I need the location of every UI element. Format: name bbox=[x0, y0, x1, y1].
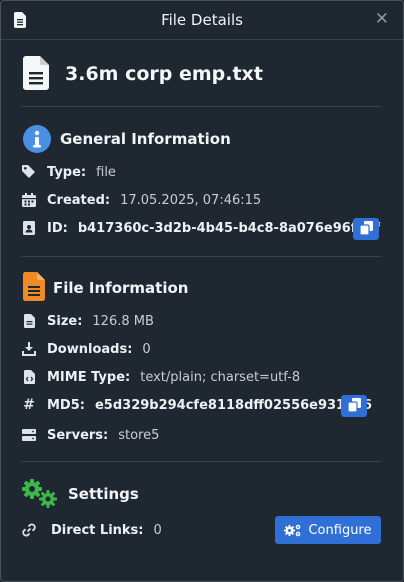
servers-label: Servers: bbox=[47, 427, 109, 443]
file-code-icon bbox=[21, 369, 37, 385]
file-size-icon bbox=[21, 313, 37, 329]
file-name: 3.6m corp emp.txt bbox=[65, 63, 263, 85]
mime-value: text/plain; charset=utf-8 bbox=[140, 369, 301, 385]
type-label: Type: bbox=[47, 164, 87, 180]
md5-label: MD5: bbox=[47, 397, 85, 413]
id-label: ID: bbox=[47, 220, 68, 236]
id-badge-icon bbox=[21, 220, 37, 236]
downloads-label: Downloads: bbox=[47, 341, 133, 357]
title-bar: File Details ✕ bbox=[1, 1, 403, 40]
divider bbox=[21, 106, 381, 107]
type-value: file bbox=[96, 164, 116, 180]
direct-links-label: Direct Links: bbox=[51, 522, 144, 538]
servers-value: store5 bbox=[118, 427, 160, 443]
tag-icon bbox=[21, 164, 37, 180]
size-value: 126.8 MB bbox=[92, 313, 154, 329]
file-information-title: File Information bbox=[53, 279, 189, 297]
size-label: Size: bbox=[47, 313, 83, 329]
calendar-icon bbox=[21, 192, 37, 208]
file-details-window: File Details ✕ 3.6m corp emp.txt General… bbox=[0, 0, 404, 582]
mime-label: MIME Type: bbox=[47, 369, 131, 385]
direct-links-row: Direct Links: 0 bbox=[21, 519, 162, 541]
close-icon[interactable]: ✕ bbox=[375, 11, 389, 28]
type-row: Type: file bbox=[21, 161, 116, 183]
configure-button[interactable]: Configure bbox=[275, 516, 381, 544]
downloads-row: Downloads: 0 bbox=[21, 338, 151, 360]
created-label: Created: bbox=[47, 192, 111, 208]
link-icon bbox=[21, 522, 37, 538]
md5-row: # MD5: e5d329b294cfe8118dff02556e9312a6 bbox=[21, 394, 372, 416]
cogs-icon bbox=[284, 524, 301, 537]
copy-id-button[interactable] bbox=[353, 218, 379, 240]
divider bbox=[21, 461, 381, 462]
md5-value: e5d329b294cfe8118dff02556e9312a6 bbox=[94, 397, 372, 413]
window-title: File Details bbox=[161, 11, 243, 29]
created-row: Created: 17.05.2025, 07:46:15 bbox=[21, 189, 261, 211]
gears-icon bbox=[21, 478, 59, 512]
downloads-value: 0 bbox=[142, 341, 151, 357]
copy-icon bbox=[346, 397, 361, 416]
created-value: 17.05.2025, 07:46:15 bbox=[120, 192, 262, 208]
copy-md5-button[interactable] bbox=[341, 395, 367, 417]
settings-title: Settings bbox=[68, 485, 139, 503]
file-document-icon bbox=[23, 56, 49, 94]
copy-icon bbox=[358, 220, 373, 239]
hash-icon: # bbox=[23, 397, 35, 413]
divider bbox=[21, 256, 381, 257]
mime-row: MIME Type: text/plain; charset=utf-8 bbox=[21, 366, 300, 388]
id-row: ID: b417360c-3d2b-4b45-b4c8-8a076e96fe6f bbox=[21, 217, 380, 239]
info-circle-icon bbox=[23, 125, 51, 157]
size-row: Size: 126.8 MB bbox=[21, 310, 154, 332]
server-icon bbox=[21, 427, 37, 443]
configure-label: Configure bbox=[308, 522, 372, 538]
direct-links-value: 0 bbox=[153, 522, 162, 538]
download-icon bbox=[21, 341, 37, 357]
servers-row: Servers: store5 bbox=[21, 424, 159, 446]
id-value: b417360c-3d2b-4b45-b4c8-8a076e96fe6f bbox=[77, 220, 380, 236]
general-information-title: General Information bbox=[60, 130, 231, 148]
file-orange-icon bbox=[23, 272, 45, 305]
